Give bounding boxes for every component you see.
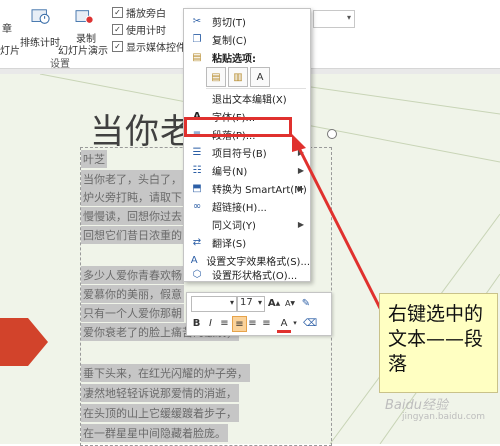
watermark-url: jingyan.baidu.com [402, 412, 486, 422]
watermark-logo: Baidu经验 [385, 398, 448, 413]
annotation-callout: 右键选中的文本——段落 [379, 293, 498, 393]
annotation-text: 右键选中的文本——段落 [388, 303, 484, 375]
